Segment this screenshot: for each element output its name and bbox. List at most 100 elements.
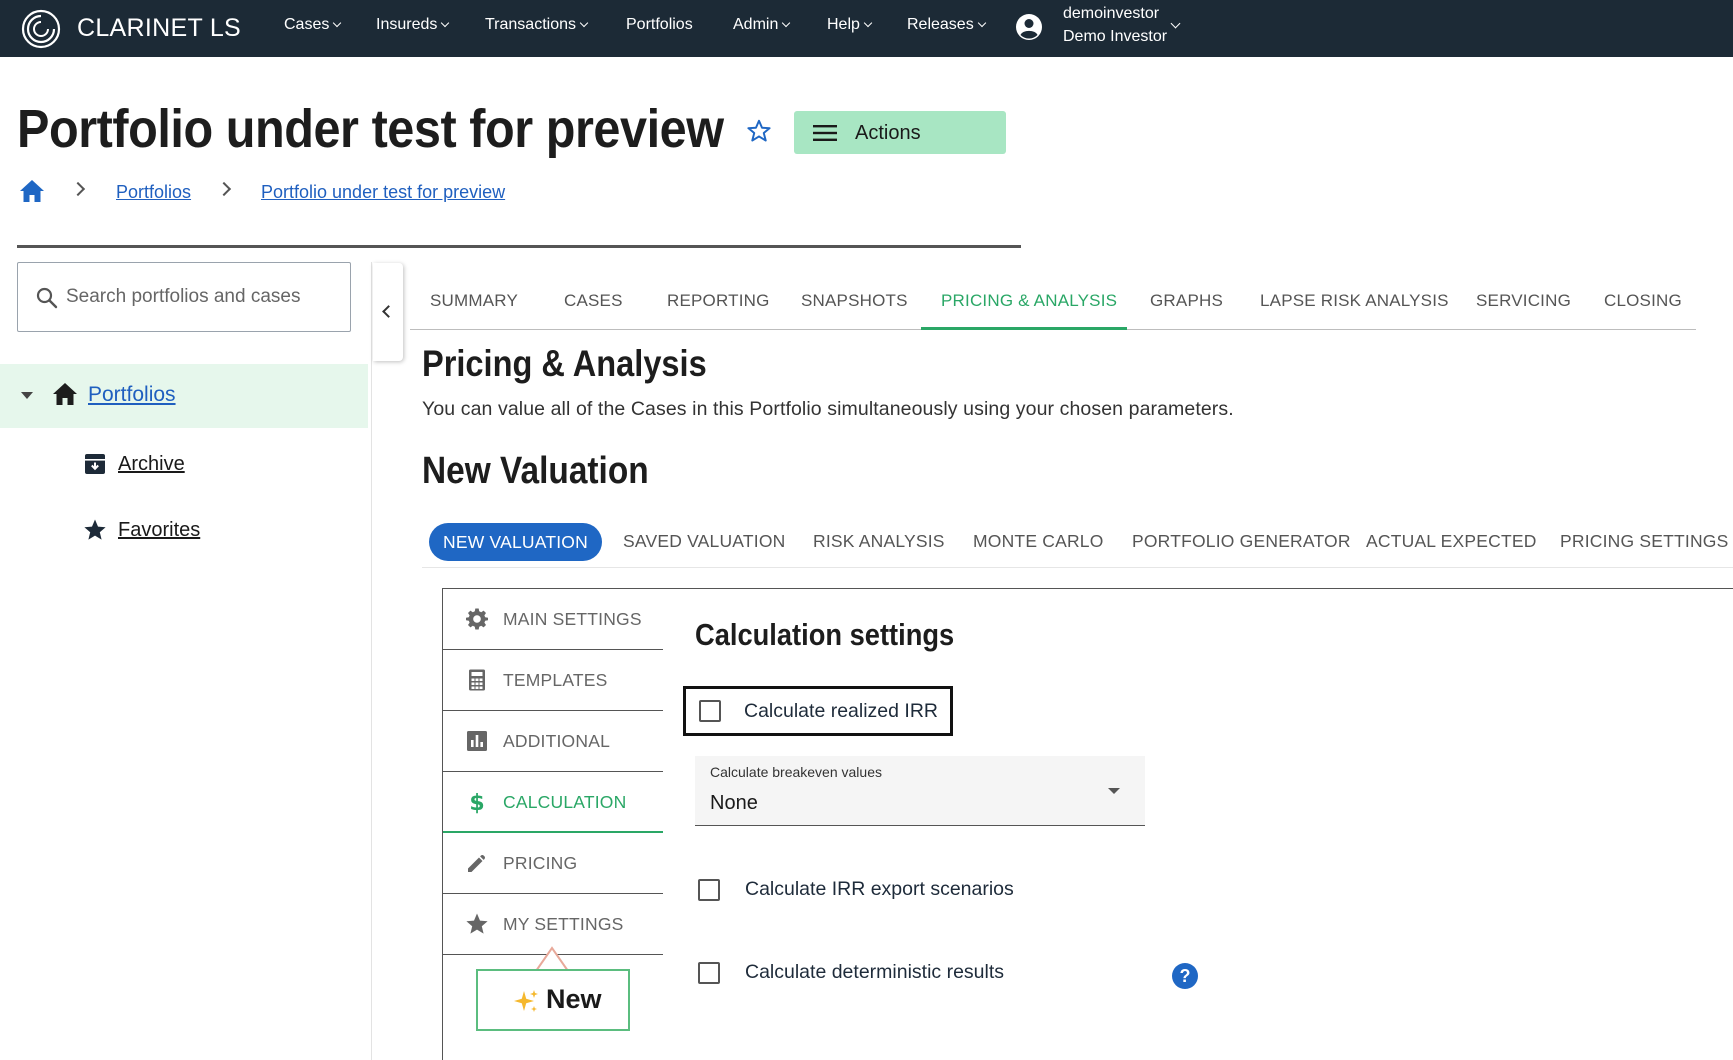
user-avatar-icon[interactable] — [1015, 13, 1043, 41]
calculation-settings-title: Calculation settings — [695, 617, 955, 652]
collapse-sidebar-button[interactable] — [373, 263, 403, 361]
user-display-name[interactable]: Demo Investor — [1063, 28, 1167, 46]
breakeven-values-select[interactable]: Calculate breakeven values None — [695, 756, 1145, 826]
irr-export-checkbox[interactable] — [698, 879, 720, 901]
nav-insureds[interactable]: Insureds — [376, 16, 450, 34]
breadcrumb-portfolios[interactable]: Portfolios — [116, 182, 191, 203]
chevron-down-icon — [977, 18, 986, 28]
caret-down-icon[interactable] — [21, 392, 33, 399]
subtab-pricing-settings[interactable]: PRICING SETTINGS — [1560, 531, 1729, 552]
tab-lapse-risk-analysis[interactable]: LAPSE RISK ANALYSIS — [1260, 291, 1449, 311]
pencil-icon — [468, 855, 485, 872]
nav-admin-label: Admin — [733, 16, 779, 33]
sidebar-item-label: Portfolios — [88, 383, 176, 406]
sidebar-item-label: Favorites — [118, 519, 201, 541]
settings-tab-additional[interactable]: ADDITIONAL — [443, 712, 663, 772]
subtab-actual-expected[interactable]: ACTUAL EXPECTED — [1366, 531, 1537, 552]
actions-button-label: Actions — [855, 122, 921, 144]
help-question-icon[interactable]: ? — [1172, 963, 1198, 989]
subtab-portfolio-generator[interactable]: PORTFOLIO GENERATOR — [1132, 531, 1351, 552]
nav-help[interactable]: Help — [827, 16, 873, 34]
sidebar-item-portfolios[interactable]: Portfolios — [0, 364, 368, 428]
deterministic-checkbox-row[interactable]: Calculate deterministic results — [686, 949, 1036, 997]
favorite-star-icon[interactable] — [746, 118, 772, 144]
user-username[interactable]: demoinvestor — [1063, 5, 1159, 23]
top-navbar: CLARINET LS Cases Insureds Transactions … — [0, 0, 1733, 57]
settings-tab-label: MAIN SETTINGS — [503, 609, 642, 629]
irr-export-label: Calculate IRR export scenarios — [745, 878, 1014, 900]
section-title: Pricing & Analysis — [422, 343, 707, 384]
nav-help-label: Help — [827, 16, 860, 33]
page-title: Portfolio under test for preview — [17, 99, 724, 159]
nav-transactions[interactable]: Transactions — [485, 16, 589, 34]
clarinet-logo-icon[interactable] — [20, 8, 62, 50]
star-icon — [466, 913, 488, 934]
nav-insureds-label: Insureds — [376, 16, 438, 33]
breadcrumb-separator-icon — [70, 181, 86, 197]
subtab-saved-valuation[interactable]: SAVED VALUATION — [623, 531, 785, 552]
tab-servicing[interactable]: SERVICING — [1476, 291, 1571, 311]
tab-summary[interactable]: SUMMARY — [430, 291, 518, 311]
deterministic-checkbox[interactable] — [698, 962, 720, 984]
calculator-icon — [469, 669, 485, 691]
nav-cases[interactable]: Cases — [284, 16, 342, 34]
nav-portfolios-label: Portfolios — [626, 16, 693, 33]
nav-transactions-label: Transactions — [485, 16, 576, 33]
settings-tab-label: PRICING — [503, 853, 578, 873]
settings-tab-label: CALCULATION — [503, 792, 627, 812]
header-divider — [17, 245, 1021, 248]
new-feature-callout[interactable]: New — [476, 969, 630, 1031]
realized-irr-label: Calculate realized IRR — [744, 700, 939, 722]
nav-releases[interactable]: Releases — [907, 16, 986, 34]
breakeven-select-label: Calculate breakeven values — [710, 764, 882, 780]
chevron-left-icon — [382, 305, 395, 318]
irr-export-checkbox-row[interactable]: Calculate IRR export scenarios — [686, 866, 1036, 914]
settings-tab-pricing[interactable]: PRICING — [443, 834, 663, 894]
breadcrumb-current-portfolio[interactable]: Portfolio under test for preview — [261, 182, 505, 203]
subtab-risk-analysis[interactable]: RISK ANALYSIS — [813, 531, 945, 552]
search-input[interactable] — [66, 279, 336, 315]
tab-reporting[interactable]: REPORTING — [667, 291, 770, 311]
subtab-new-valuation[interactable]: NEW VALUATION — [429, 523, 602, 561]
nav-admin[interactable]: Admin — [733, 16, 791, 34]
settings-tab-label: ADDITIONAL — [503, 731, 611, 751]
deterministic-label: Calculate deterministic results — [745, 961, 1005, 983]
tab-snapshots[interactable]: SNAPSHOTS — [801, 291, 908, 311]
tab-closing[interactable]: CLOSING — [1604, 291, 1682, 311]
chevron-down-icon — [782, 18, 791, 28]
archive-icon — [85, 454, 105, 474]
settings-tab-templates[interactable]: TEMPLATES — [443, 651, 663, 711]
breadcrumb-home-icon[interactable] — [19, 179, 45, 203]
nav-cases-label: Cases — [284, 16, 330, 33]
chevron-down-icon — [579, 18, 589, 28]
user-menu-chevron-icon[interactable] — [1170, 18, 1181, 29]
new-callout-label: New — [546, 984, 602, 1014]
brand-name[interactable]: CLARINET LS — [77, 14, 241, 43]
gear-icon — [466, 608, 488, 630]
tab-pricing-analysis[interactable]: PRICING & ANALYSIS — [941, 291, 1117, 311]
star-icon — [84, 519, 106, 540]
main-tabs: SUMMARY CASES REPORTING SNAPSHOTS PRICIN… — [410, 280, 1696, 330]
active-tab-indicator — [921, 327, 1127, 330]
breakeven-select-value: None — [710, 792, 758, 814]
sidebar-item-favorites[interactable]: Favorites — [0, 507, 368, 555]
sidebar-search[interactable] — [17, 262, 351, 332]
subtab-monte-carlo[interactable]: MONTE CARLO — [973, 531, 1104, 552]
sidebar-item-archive[interactable]: Archive — [0, 441, 368, 489]
nav-portfolios[interactable]: Portfolios — [626, 16, 693, 34]
sidebar-item-label: Archive — [118, 453, 185, 475]
realized-irr-checkbox-row[interactable]: Calculate realized IRR — [683, 686, 953, 736]
actions-button[interactable]: Actions — [794, 111, 1006, 154]
tab-graphs[interactable]: GRAPHS — [1150, 291, 1223, 311]
chevron-down-icon — [333, 18, 342, 28]
settings-tab-label: MY SETTINGS — [503, 914, 624, 934]
home-icon — [53, 383, 77, 405]
realized-irr-checkbox[interactable] — [699, 700, 721, 722]
section-description: You can value all of the Cases in this P… — [422, 398, 1234, 420]
tab-cases[interactable]: CASES — [564, 291, 623, 311]
hamburger-menu-icon — [813, 125, 837, 141]
dollar-icon: $ — [469, 791, 484, 814]
sparkles-icon — [514, 990, 538, 1012]
settings-tab-calculation[interactable]: $ CALCULATION — [443, 773, 663, 833]
settings-tab-main-settings[interactable]: MAIN SETTINGS — [443, 590, 663, 650]
